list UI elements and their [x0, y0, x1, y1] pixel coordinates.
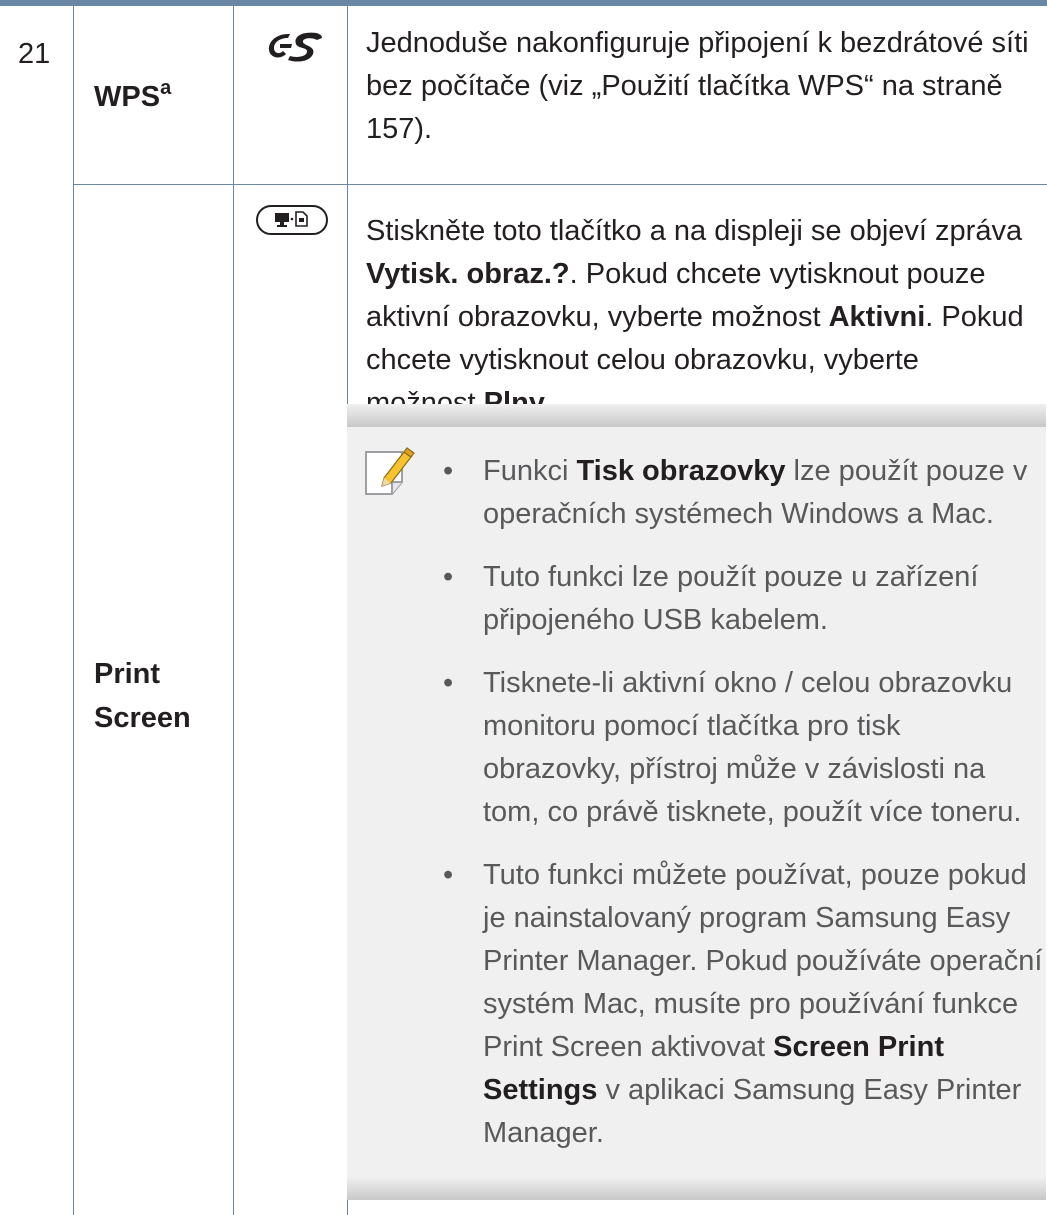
page: 21 WPSa Jednoduše nakonfiguruje připojen…	[0, 0, 1047, 1215]
list-item: • Tuto funkci lze použít pouze u zařízení…	[443, 556, 1043, 642]
bullet-marker: •	[443, 859, 454, 891]
bullet-marker: •	[443, 455, 454, 487]
table-top-rule	[0, 0, 1047, 6]
row-divider	[73, 184, 1047, 185]
row-number: 21	[18, 38, 51, 70]
footnote-marker: a	[160, 77, 172, 99]
list-item: • Tuto funkci můžete používat, pouze poku…	[443, 854, 1043, 1155]
note-pencil-icon	[364, 446, 418, 503]
column-divider	[73, 6, 74, 1215]
note-bullet-list: • Funkci Tisk obrazovky lze použít pouze …	[443, 450, 1043, 1175]
wps-description: Jednoduše nakonfiguruje připojení k bezd…	[366, 27, 1029, 145]
wps-icon	[266, 30, 326, 69]
print-screen-button-icon	[256, 205, 328, 240]
list-item: • Tisknete-li aktivní okno / celou obrazo…	[443, 662, 1043, 834]
print-screen-name: Print Screen	[94, 658, 191, 734]
bullet-marker: •	[443, 667, 454, 699]
column-divider	[233, 6, 234, 1215]
bullet-marker: •	[443, 561, 454, 593]
list-item: • Funkci Tisk obrazovky lze použít pouze …	[443, 450, 1043, 536]
print-screen-description: Stiskněte toto tlačítko a na displeji se…	[366, 215, 1024, 419]
note-top-bar	[347, 404, 1046, 427]
wps-name: WPSa	[94, 77, 172, 113]
note-bottom-bar	[347, 1177, 1046, 1200]
